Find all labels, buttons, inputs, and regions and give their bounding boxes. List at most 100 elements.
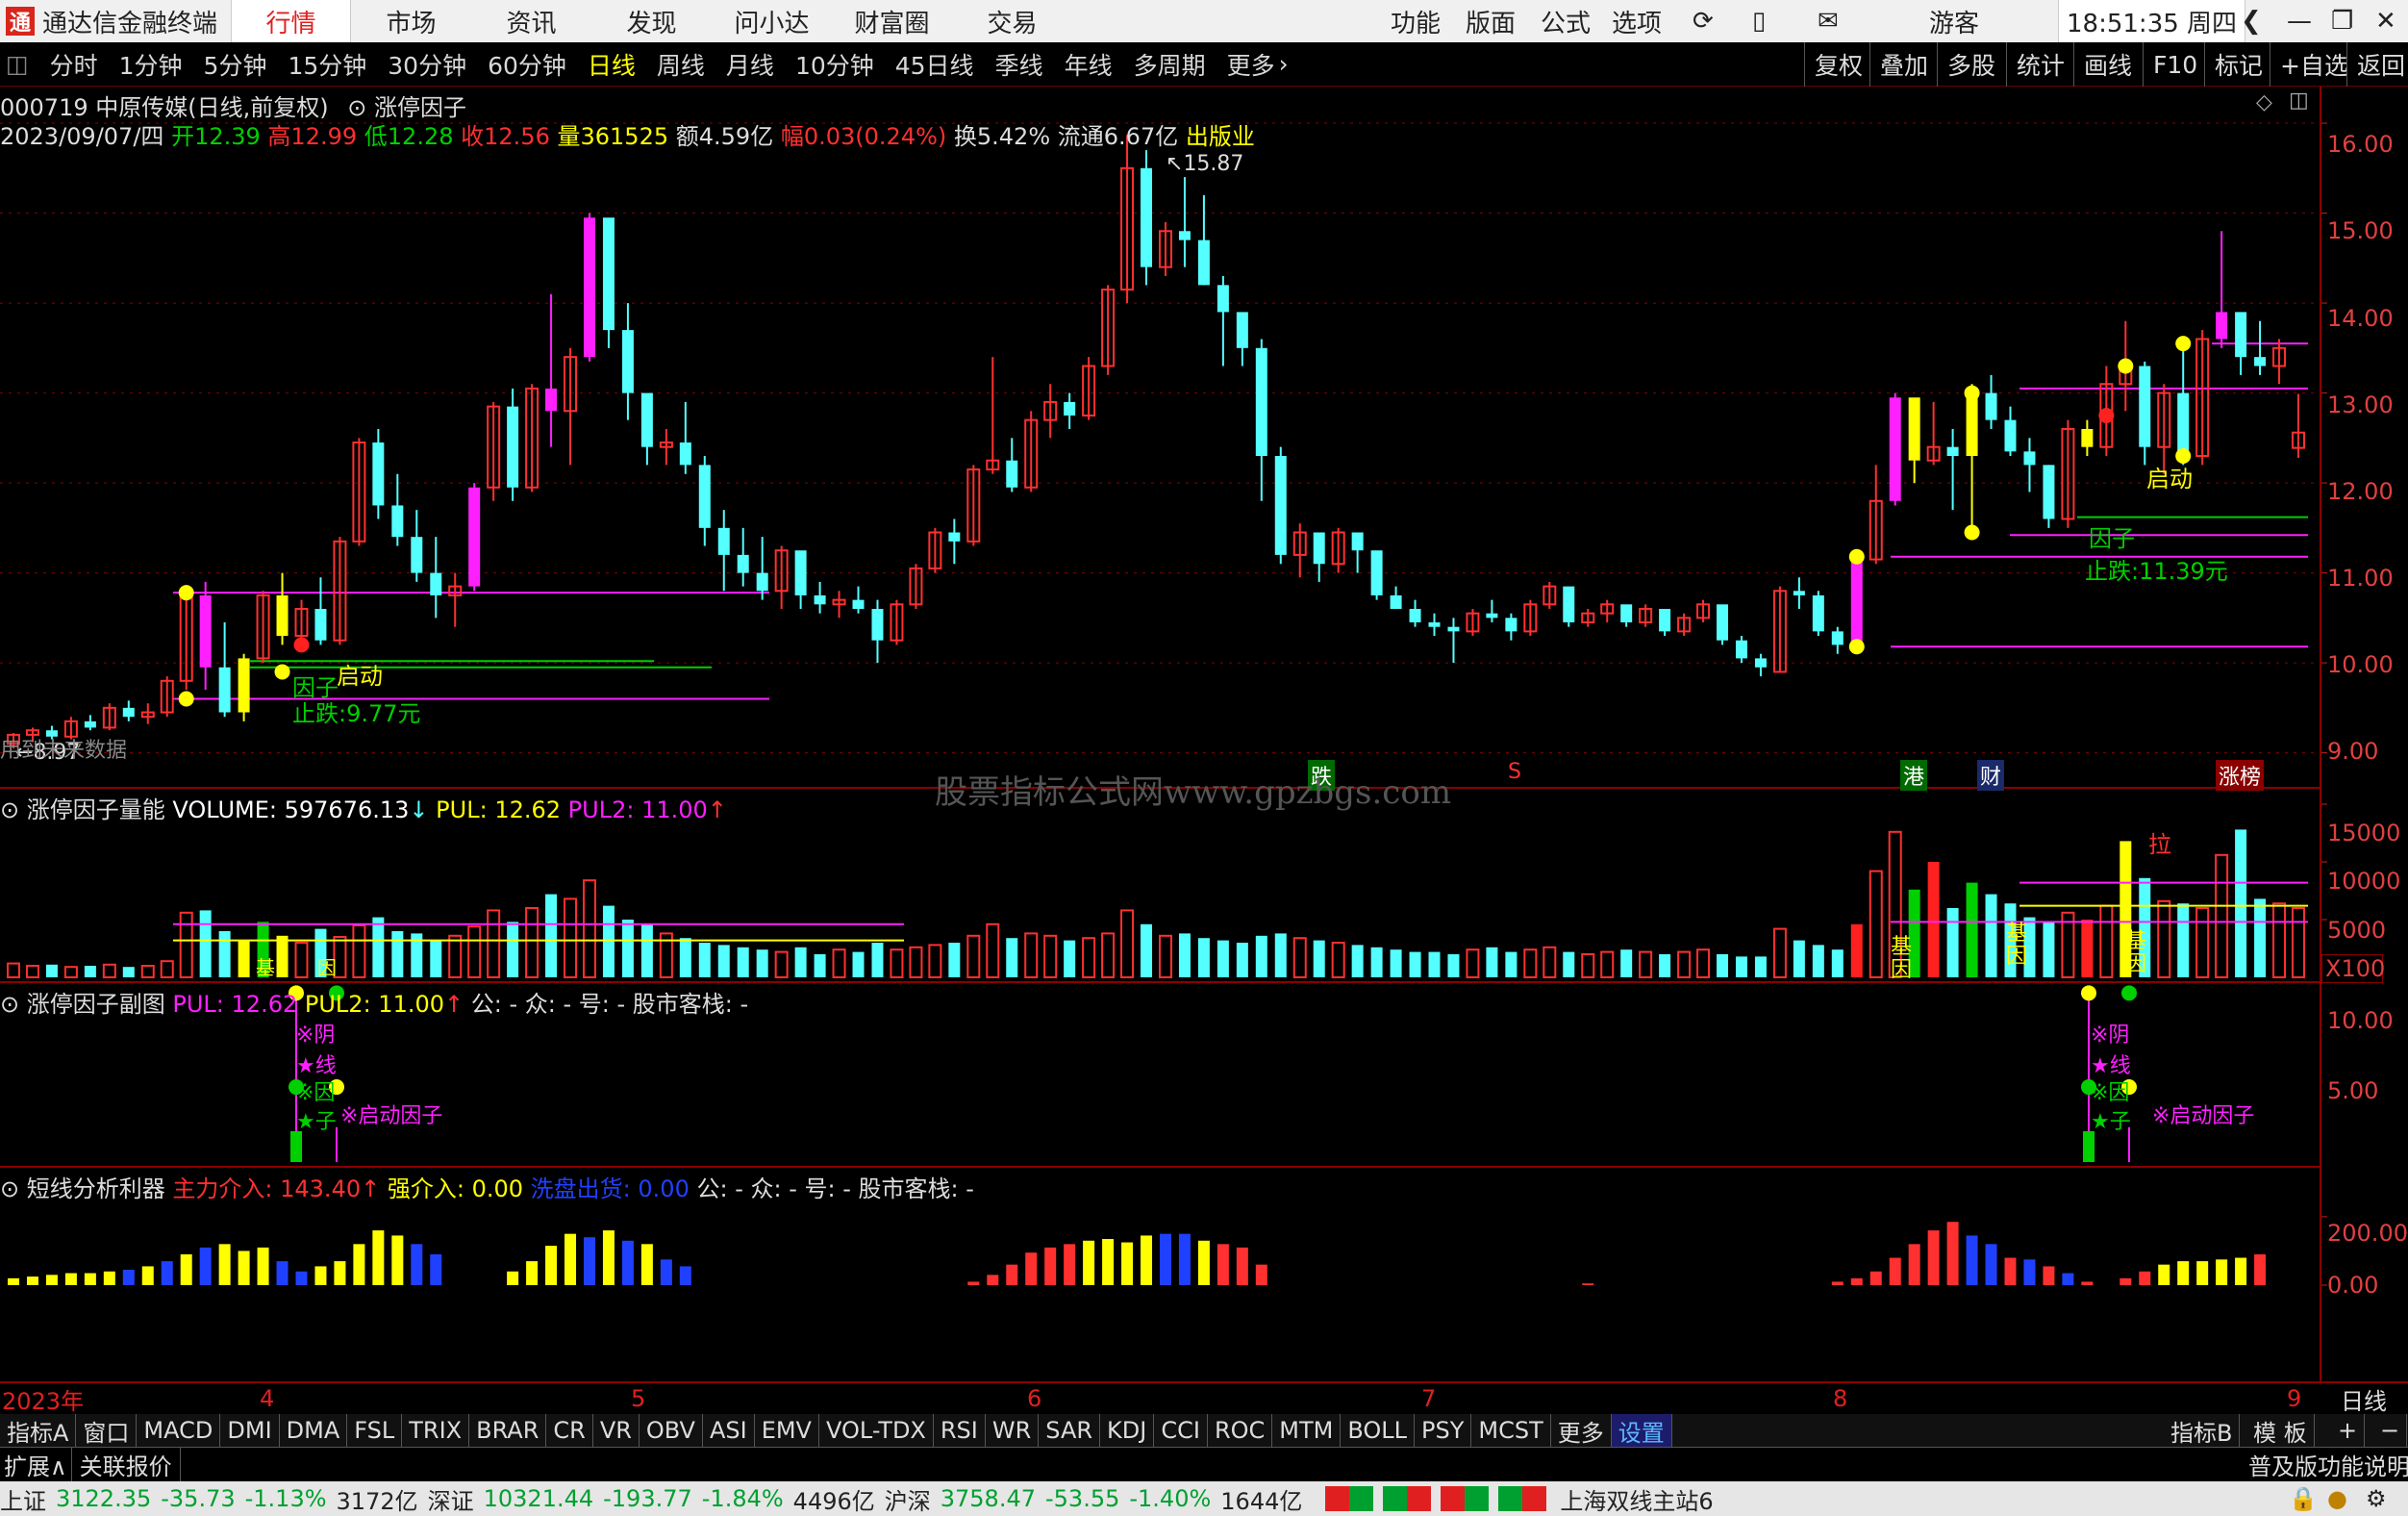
short-signal-bar [295, 1271, 308, 1285]
hs-label[interactable]: 沪深 [885, 1482, 931, 1516]
short-panel-name[interactable]: 短线分析利器 [27, 1175, 165, 1202]
candle-body [430, 572, 442, 595]
volume-bar [352, 924, 366, 978]
event-tag-finance[interactable]: 财 [1977, 760, 2005, 791]
indicator-right-3[interactable]: − [2373, 1414, 2408, 1447]
indicator-tab-15[interactable]: WR [986, 1414, 1040, 1447]
date-label-jul: 7 [1421, 1385, 1437, 1412]
volume-bar [1217, 940, 1229, 977]
sz-label[interactable]: 深证 [428, 1482, 474, 1516]
candle-body [2254, 357, 2267, 366]
indicator-right-0[interactable]: 指标B [2164, 1414, 2241, 1447]
vol-panel-header: ⊙ 涨停因子量能 VOLUME: 597676.13↓ PUL: 12.62 P… [0, 791, 727, 824]
sector-label[interactable]: 出版业 [1186, 123, 1255, 150]
indicator-tab-5[interactable]: FSL [347, 1414, 403, 1447]
volume-bar [1236, 943, 1248, 977]
candle-body [602, 217, 615, 331]
window-toggle-icon[interactable]: ◫ [2289, 88, 2309, 113]
indicator-right-1[interactable]: 模 板 [2246, 1414, 2315, 1447]
volume-bar [2157, 899, 2171, 978]
indicator-tab-17[interactable]: KDJ [1100, 1414, 1155, 1447]
volume-bar [179, 911, 193, 978]
volume-bar [948, 943, 961, 977]
sub-panel-name[interactable]: 涨停因子副图 [27, 991, 165, 1018]
volume-bar [1255, 935, 1267, 977]
indicator-tab-8[interactable]: CR [546, 1414, 593, 1447]
short-signal-bar [122, 1270, 135, 1285]
sub-panel-icon[interactable]: ⊙ [0, 991, 19, 1018]
indicator-tab-22[interactable]: PSY [1415, 1414, 1472, 1447]
volume-bar [1064, 940, 1076, 977]
candle-body [679, 442, 691, 466]
short-signal-bar [2139, 1271, 2151, 1285]
diamond-icon[interactable]: ◇ [2256, 90, 2272, 114]
volume-bar [1927, 862, 1940, 977]
short-signal-bar [353, 1244, 365, 1285]
short-signal-bar [1255, 1264, 1267, 1285]
indicator-tab-20[interactable]: MTM [1272, 1414, 1342, 1447]
indicator-tab-19[interactable]: ROC [1208, 1414, 1273, 1447]
short-signal-bar [1927, 1230, 1940, 1285]
vol-mark-yin-4: 因 [317, 956, 337, 979]
indicator-tab-25[interactable]: 设置 [1611, 1414, 1672, 1447]
vol-panel-icon[interactable]: ⊙ [0, 796, 19, 823]
indicator-tab-1[interactable]: 窗口 [76, 1414, 138, 1447]
coin-icon[interactable]: ● [2327, 1485, 2347, 1512]
signal-dot [1848, 548, 1865, 565]
event-tag-limit-list[interactable]: 涨榜 [2216, 760, 2265, 791]
volume-bar [794, 947, 807, 977]
short-signal-bar [103, 1271, 115, 1285]
date-axis: 2023年 4 5 6 7 8 9 日线 [0, 1381, 2408, 1416]
volume-bar [238, 940, 250, 977]
chart-canvas[interactable] [0, 0, 2408, 1516]
y-tick-10: 10.00 [2327, 651, 2394, 678]
indicator-tab-13[interactable]: VOL-TDX [819, 1414, 934, 1447]
candle-body [1908, 397, 1920, 461]
server-station[interactable]: 上海双线主站6 [1560, 1482, 1713, 1516]
candle-body [1889, 397, 1901, 501]
indicator-tab-6[interactable]: TRIX [402, 1414, 470, 1447]
volume-bar [1523, 948, 1538, 979]
candle-body [852, 599, 865, 609]
event-tag-hk[interactable]: 港 [1900, 760, 1928, 791]
related-quotes-button[interactable]: 关联报价 [72, 1448, 181, 1481]
indicator-tab-7[interactable]: BRAR [469, 1414, 547, 1447]
indicator-tab-9[interactable]: VR [593, 1414, 640, 1447]
candle-body [372, 442, 385, 506]
candle-body [1006, 460, 1018, 488]
indicator-tab-2[interactable]: MACD [137, 1414, 221, 1447]
indicator-tab-21[interactable]: BOLL [1341, 1414, 1416, 1447]
indicator-tab-3[interactable]: DMI [220, 1414, 280, 1447]
date-label-sep: 9 [2287, 1385, 2302, 1412]
indicator-tab-24[interactable]: 更多 [1551, 1414, 1612, 1447]
indicator-tab-18[interactable]: CCI [1154, 1414, 1208, 1447]
vol-mark-ji-4: 基 [256, 956, 275, 979]
event-tag-s[interactable]: S [1508, 760, 1521, 784]
short-panel-icon[interactable]: ⊙ [0, 1175, 19, 1202]
indicator-tab-0[interactable]: 指标A [0, 1414, 77, 1447]
volume-bar [160, 960, 174, 979]
volume-bar [218, 931, 231, 977]
edition-info-link[interactable]: 普及版功能说明 [2248, 1448, 2408, 1481]
short-main-label: 主力介入: [172, 1175, 273, 1202]
date-axis-period[interactable]: 日线 [2341, 1382, 2387, 1416]
indicator-tab-12[interactable]: EMV [755, 1414, 819, 1447]
sh-label[interactable]: 上证 [0, 1482, 46, 1516]
indicator-tab-16[interactable]: SAR [1039, 1414, 1101, 1447]
indicator-tab-14[interactable]: RSI [934, 1414, 986, 1447]
candle-body [1409, 608, 1421, 623]
vol-panel-name[interactable]: 涨停因子量能 [27, 796, 165, 823]
indicator-tab-11[interactable]: ASI [703, 1414, 755, 1447]
indicator-tab-4[interactable]: DMA [280, 1414, 348, 1447]
amount-label: 额 [675, 123, 699, 150]
indicator-tab-23[interactable]: MCST [1471, 1414, 1551, 1447]
indicator-tab-10[interactable]: OBV [640, 1414, 703, 1447]
expand-button[interactable]: 扩展∧ [0, 1448, 72, 1481]
short-signal-bar [1946, 1222, 1959, 1285]
volume-bar [698, 943, 711, 977]
lock-icon[interactable]: 🔒 [2289, 1485, 2318, 1512]
volume-bar [679, 938, 691, 977]
settings-icon[interactable]: ⚙ [2366, 1485, 2387, 1512]
indicator-right-2[interactable]: + [2331, 1414, 2366, 1447]
sh-value: 3122.35 [56, 1485, 152, 1512]
